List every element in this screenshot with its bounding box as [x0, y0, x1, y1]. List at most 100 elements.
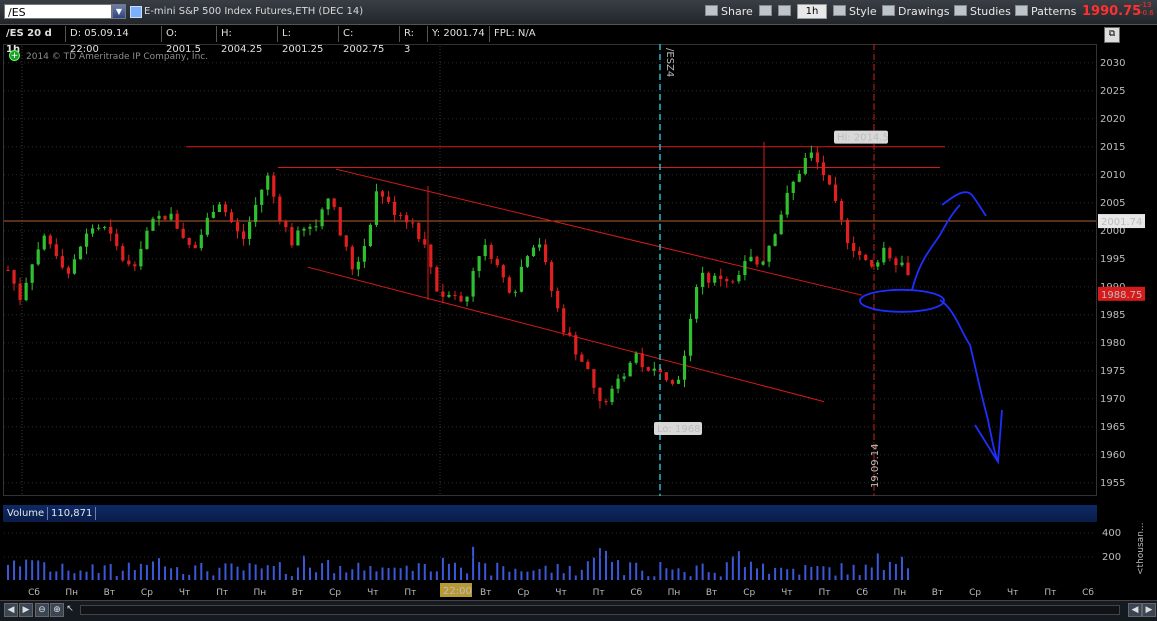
price-chart[interactable]: 2030202520202015201020052000199519901985… — [0, 0, 1157, 600]
candle-body — [767, 245, 771, 262]
candle-body — [568, 332, 572, 336]
candle-body — [139, 248, 143, 267]
candle-body — [827, 175, 832, 185]
candle-body — [380, 191, 385, 197]
candle-body — [320, 209, 324, 227]
candle-body — [845, 219, 850, 244]
x-tick-label: Ср — [141, 588, 153, 598]
time-scrollbar[interactable] — [80, 605, 1120, 615]
y-tick-label: 1965 — [1100, 422, 1125, 433]
candle-body — [169, 213, 173, 220]
x-tick-label: Пн — [893, 588, 906, 598]
pan-left-icon[interactable]: ◀ — [1128, 603, 1142, 617]
candle-body — [900, 262, 904, 266]
candle-body — [906, 262, 910, 276]
candle-body — [501, 265, 505, 278]
candle-body — [725, 278, 729, 282]
candle-body — [326, 198, 330, 210]
candle-body — [54, 244, 58, 257]
candle-body — [592, 369, 596, 388]
candle-body — [531, 247, 536, 257]
candle-body — [882, 247, 886, 263]
channel-upper-line — [335, 168, 863, 296]
candle-body — [537, 244, 542, 248]
candle-body — [477, 256, 481, 272]
candle-body — [229, 212, 234, 223]
candle-body — [543, 244, 548, 263]
candle-body — [785, 192, 789, 215]
candle-body — [199, 234, 203, 249]
candle-body — [676, 379, 681, 384]
x-tick-label: Чт — [179, 588, 190, 598]
candle-body — [519, 266, 524, 292]
candle-body — [290, 227, 294, 246]
x-tick-label: Чт — [1007, 588, 1018, 598]
zoom-in-icon[interactable]: ⊕ — [50, 603, 64, 617]
candle-body — [103, 226, 107, 228]
candle-body — [386, 196, 391, 202]
y-tick-label: 2005 — [1100, 198, 1125, 209]
candle-body — [803, 158, 807, 174]
candle-body — [241, 231, 246, 239]
cursor-icon[interactable]: ↖ — [63, 603, 77, 617]
y-tick-label: 1980 — [1100, 338, 1125, 349]
y-tick-label: 1960 — [1100, 450, 1125, 461]
scroll-left-icon[interactable]: ◀ — [4, 603, 18, 617]
candle-body — [459, 295, 463, 302]
candle-body — [682, 355, 687, 380]
candle-body — [187, 237, 191, 245]
candle-body — [133, 264, 137, 267]
date-marker-label: 19.09.14 — [870, 443, 881, 488]
candle-body — [628, 362, 632, 377]
candle-body — [338, 207, 342, 236]
candle-body — [761, 261, 765, 265]
candle-body — [435, 267, 439, 292]
y-tick-label: 2015 — [1100, 142, 1125, 153]
candle-body — [60, 256, 64, 268]
candle-body — [815, 152, 819, 163]
candle-body — [580, 354, 584, 362]
candle-body — [392, 201, 397, 215]
drawn-down-arrow — [939, 299, 1003, 465]
y-tick-label: 2025 — [1100, 86, 1125, 97]
x-tick-label: Вт — [932, 588, 943, 598]
x-tick-label: Вт — [480, 588, 491, 598]
candle-body — [598, 387, 602, 401]
candle-body — [755, 256, 759, 265]
candle-body — [525, 256, 530, 267]
candle-body — [858, 251, 862, 255]
channel-lower-line — [307, 266, 825, 403]
candle-body — [694, 286, 699, 319]
candle-body — [350, 246, 354, 270]
candle-body — [278, 196, 282, 221]
candle-body — [302, 228, 306, 231]
candle-body — [471, 271, 475, 297]
candle-body — [707, 272, 711, 283]
y-tick-label: 2020 — [1100, 114, 1125, 125]
candle-body — [833, 184, 838, 201]
y-tick-label: 2010 — [1100, 170, 1125, 181]
candle-body — [115, 233, 119, 247]
candle-body — [453, 294, 457, 296]
pan-right-icon[interactable]: ▶ — [1142, 603, 1156, 617]
candle-body — [670, 380, 675, 384]
candle-body — [749, 256, 753, 262]
candle-body — [483, 244, 487, 257]
zoom-out-icon[interactable]: ⊖ — [35, 603, 49, 617]
candle-body — [465, 296, 469, 302]
candle-body — [797, 173, 801, 182]
candle-body — [586, 361, 590, 370]
candle-body — [495, 258, 499, 266]
candle-body — [374, 191, 379, 225]
candle-body — [97, 227, 101, 229]
candle-body — [556, 290, 560, 309]
expiry-label: /ESZ4 — [664, 48, 675, 77]
x-tick-label: Пт — [1044, 588, 1056, 598]
x-tick-label: Ср — [329, 588, 341, 598]
candle-body — [562, 308, 566, 333]
scroll-right-icon[interactable]: ▶ — [19, 603, 33, 617]
candle-body — [344, 235, 348, 247]
candle-body — [254, 204, 258, 222]
x-tick-label: Вт — [292, 588, 303, 598]
candle-body — [719, 275, 723, 279]
